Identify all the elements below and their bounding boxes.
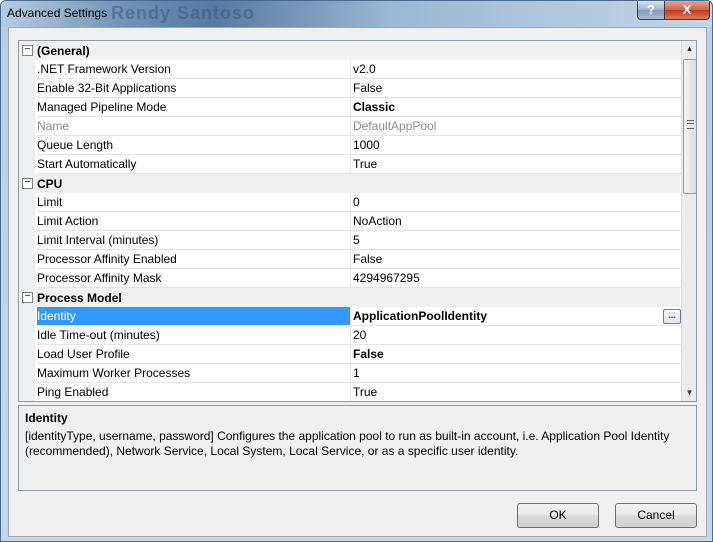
row-gutter — [19, 269, 35, 288]
grip-icon — [687, 120, 694, 129]
property-name[interactable]: Processor Affinity Enabled — [37, 250, 351, 269]
category-row[interactable]: − Process Model — [19, 288, 680, 307]
row-gutter — [19, 98, 35, 117]
dialog-client-area: − (General) .NET Framework Version v2.0 Enab… — [8, 27, 707, 537]
category-label: Process Model — [37, 291, 122, 305]
description-title: Identity — [25, 411, 68, 425]
property-name[interactable]: Ping Enabled — [37, 383, 351, 401]
property-value[interactable]: 1000 — [351, 136, 682, 155]
row-gutter — [19, 60, 35, 79]
vertical-scrollbar[interactable]: ▲ ▼ — [681, 41, 696, 401]
row-gutter — [19, 117, 35, 136]
property-value[interactable]: False — [351, 345, 682, 364]
property-value[interactable]: 5 — [351, 231, 682, 250]
property-name[interactable]: Managed Pipeline Mode — [37, 98, 351, 117]
property-name[interactable]: Limit Action — [37, 212, 351, 231]
property-value[interactable]: 20 — [351, 326, 682, 345]
property-name[interactable]: Queue Length — [37, 136, 351, 155]
scroll-thumb[interactable] — [683, 59, 696, 194]
property-value[interactable]: 0 — [351, 193, 682, 212]
row-gutter — [19, 345, 35, 364]
property-row[interactable]: Limit Interval (minutes) 5 — [19, 231, 682, 250]
row-gutter — [19, 212, 35, 231]
row-gutter — [19, 231, 35, 250]
property-row[interactable]: .NET Framework Version v2.0 — [19, 60, 682, 79]
property-value[interactable]: 1 — [351, 364, 682, 383]
cancel-button[interactable]: Cancel — [615, 503, 697, 528]
property-name[interactable]: Processor Affinity Mask — [37, 269, 351, 288]
row-gutter — [19, 193, 35, 212]
property-row[interactable]: Load User Profile False — [19, 345, 682, 364]
property-row[interactable]: Enable 32-Bit Applications False — [19, 79, 682, 98]
description-panel: Identity [identityType, username, passwo… — [18, 405, 697, 491]
row-gutter — [19, 250, 35, 269]
scroll-up-arrow-icon[interactable]: ▲ — [682, 41, 696, 57]
category-row[interactable]: − CPU — [19, 174, 680, 193]
category-row[interactable]: − (General) — [19, 41, 680, 60]
property-name[interactable]: Limit Interval (minutes) — [37, 231, 351, 250]
property-value[interactable]: True — [351, 155, 682, 174]
property-row[interactable]: Ping Enabled True — [19, 383, 682, 401]
property-name[interactable]: Load User Profile — [37, 345, 351, 364]
property-value[interactable]: True — [351, 383, 682, 401]
row-gutter — [19, 326, 35, 345]
row-gutter — [19, 136, 35, 155]
property-row[interactable]: Queue Length 1000 — [19, 136, 682, 155]
property-name[interactable]: .NET Framework Version — [37, 60, 351, 79]
property-value[interactable]: ApplicationPoolIdentity — [351, 307, 682, 326]
property-row[interactable]: Start Automatically True — [19, 155, 682, 174]
property-value[interactable]: v2.0 — [351, 60, 682, 79]
property-value[interactable]: DefaultAppPool — [351, 117, 682, 136]
property-value[interactable]: NoAction — [351, 212, 682, 231]
property-row[interactable]: Maximum Worker Processes 1 — [19, 364, 682, 383]
description-text: [identityType, username, password] Confi… — [25, 429, 670, 458]
property-name[interactable]: Maximum Worker Processes — [37, 364, 351, 383]
property-name[interactable]: Limit — [37, 193, 351, 212]
titlebar-ghost-text: Rendy Santoso — [111, 3, 256, 23]
property-row[interactable]: Managed Pipeline Mode Classic — [19, 98, 682, 117]
property-name[interactable]: Name — [37, 117, 351, 136]
property-row[interactable]: Name DefaultAppPool — [19, 117, 682, 136]
collapse-toggle-icon[interactable]: − — [22, 45, 33, 56]
row-gutter — [19, 307, 35, 326]
property-row[interactable]: Idle Time-out (minutes) 20 — [19, 326, 682, 345]
title-bar[interactable]: Advanced Settings Rendy Santoso ? X — [1, 1, 712, 27]
property-row[interactable]: Processor Affinity Mask 4294967295 — [19, 269, 682, 288]
scroll-down-arrow-icon[interactable]: ▼ — [682, 385, 696, 401]
property-name[interactable]: Idle Time-out (minutes) — [37, 326, 351, 345]
property-value[interactable]: 4294967295 — [351, 269, 682, 288]
help-button[interactable]: ? — [637, 1, 665, 20]
category-label: (General) — [37, 44, 90, 58]
property-value[interactable]: False — [351, 250, 682, 269]
category-label: CPU — [37, 177, 63, 191]
row-gutter — [19, 79, 35, 98]
ok-button[interactable]: OK — [517, 503, 599, 528]
property-row[interactable]: Limit 0 — [19, 193, 682, 212]
collapse-toggle-icon[interactable]: − — [22, 292, 33, 303]
row-gutter — [19, 364, 35, 383]
row-gutter — [19, 155, 35, 174]
property-value[interactable]: Classic — [351, 98, 682, 117]
property-row[interactable]: Limit Action NoAction — [19, 212, 682, 231]
property-value[interactable]: False — [351, 79, 682, 98]
property-name[interactable]: Identity — [37, 307, 351, 326]
property-row[interactable]: Processor Affinity Enabled False — [19, 250, 682, 269]
property-name[interactable]: Start Automatically — [37, 155, 351, 174]
advanced-settings-window: Advanced Settings Rendy Santoso ? X − (Ge… — [0, 0, 713, 542]
ellipsis-button[interactable]: ... — [663, 309, 681, 324]
window-title: Advanced Settings — [7, 6, 108, 20]
property-name[interactable]: Enable 32-Bit Applications — [37, 79, 351, 98]
row-gutter — [19, 383, 35, 401]
close-button[interactable]: X — [664, 1, 710, 20]
property-grid: − (General) .NET Framework Version v2.0 Enab… — [18, 40, 697, 402]
property-row[interactable]: Identity ApplicationPoolIdentity... — [19, 307, 682, 326]
collapse-toggle-icon[interactable]: − — [22, 178, 33, 189]
